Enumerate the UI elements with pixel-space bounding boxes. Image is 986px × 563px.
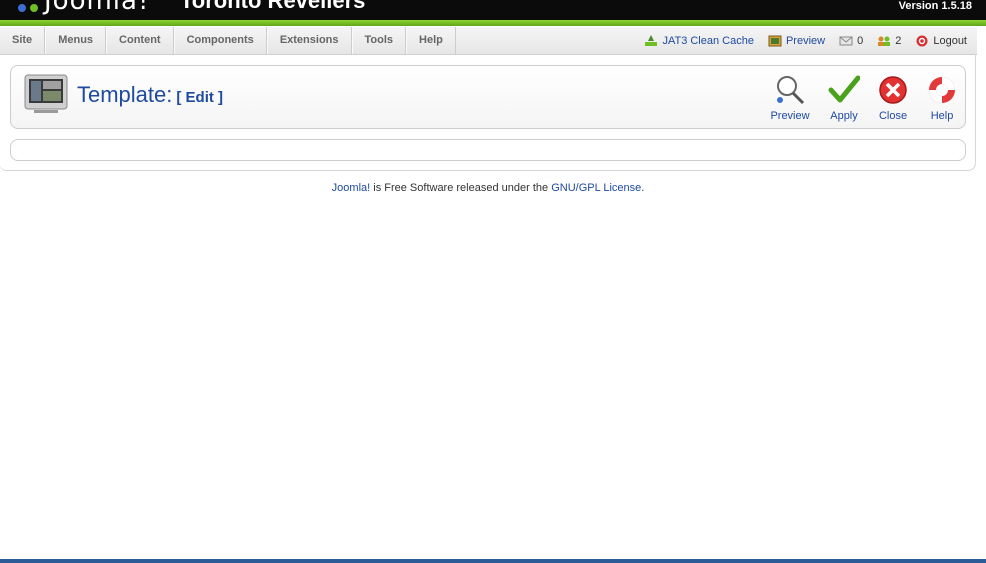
logout-link[interactable]: Logout — [915, 35, 967, 47]
bottom-bar — [0, 559, 986, 563]
joomla-link[interactable]: Joomla! — [332, 182, 371, 194]
page-subtitle: [ Edit ] — [176, 89, 224, 106]
footer-text: is Free Software released under the — [370, 182, 552, 194]
close-button[interactable]: Close — [870, 74, 916, 122]
checkmark-icon — [828, 75, 860, 103]
users-indicator[interactable]: 2 — [877, 35, 901, 47]
cache-icon — [645, 34, 658, 46]
toolbar-box: Template:[ Edit ] Preview Apply Close He… — [10, 65, 966, 129]
menu-help[interactable]: Help — [406, 27, 456, 54]
messages-icon — [839, 36, 853, 45]
page-title-text: Template: — [77, 82, 173, 107]
preview-site-icon — [768, 35, 782, 46]
license-link[interactable]: GNU/GPL License — [551, 182, 641, 194]
users-count: 2 — [895, 34, 902, 47]
menu-components[interactable]: Components — [173, 27, 267, 54]
messages-indicator[interactable]: 0 — [839, 35, 863, 47]
version-label: Version 1.5.18 — [898, 0, 972, 12]
preview-label: Preview — [770, 110, 810, 122]
header-accent-bar — [0, 20, 986, 26]
joomla-logo-icon — [18, 3, 38, 12]
logout-icon — [916, 35, 928, 46]
magnifier-icon — [777, 76, 805, 105]
logout-label: Logout — [933, 34, 967, 47]
joomla-logo: Joomla! — [16, 0, 149, 16]
menu-extensions[interactable]: Extensions — [266, 27, 352, 54]
help-label: Help — [930, 110, 954, 122]
apply-button[interactable]: Apply — [821, 74, 867, 122]
users-icon — [878, 36, 891, 46]
close-icon — [879, 76, 907, 104]
menu-tools[interactable]: Tools — [351, 27, 407, 54]
template-icon — [24, 74, 68, 113]
menu-menus[interactable]: Menus — [45, 27, 107, 54]
lifebuoy-icon — [929, 77, 955, 103]
preview-site-link[interactable]: Preview — [768, 35, 825, 47]
page-title: Template:[ Edit ] — [77, 82, 223, 108]
clean-cache-link[interactable]: JAT3 Clean Cache — [644, 34, 754, 47]
header-bar: Joomla! Toronto Revellers Version 1.5.18 — [0, 0, 986, 20]
messages-count: 0 — [857, 34, 864, 47]
status-area: JAT3 Clean Cache Preview 0 2 Logout — [644, 27, 967, 54]
help-button[interactable]: Help — [919, 74, 965, 122]
footer-period: . — [641, 182, 645, 194]
site-name: Toronto Revellers — [180, 0, 366, 13]
logo-text: Joomla! — [44, 0, 150, 16]
menu-site[interactable]: Site — [0, 27, 46, 54]
menu-bar: Site Menus Content Components Extensions… — [0, 27, 977, 55]
content-box — [10, 139, 966, 161]
menu-content[interactable]: Content — [106, 27, 174, 54]
preview-site-label: Preview — [785, 34, 826, 47]
footer: Joomla! is Free Software released under … — [0, 182, 976, 194]
apply-label: Apply — [830, 110, 858, 122]
close-label: Close — [878, 110, 908, 122]
main-menu: Site Menus Content Components Extensions… — [0, 27, 456, 54]
preview-button[interactable]: Preview — [767, 74, 813, 122]
clean-cache-label: JAT3 Clean Cache — [662, 34, 754, 47]
